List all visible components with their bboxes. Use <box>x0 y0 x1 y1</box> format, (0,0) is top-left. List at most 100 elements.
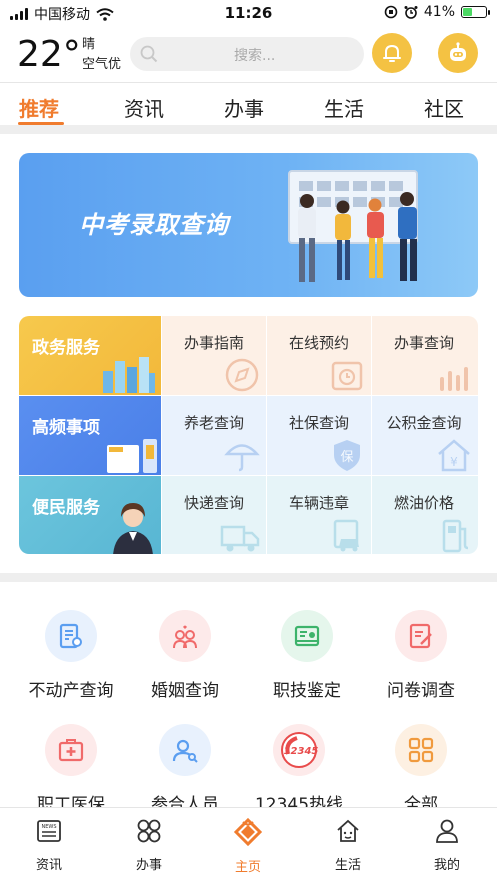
tab-recommend[interactable]: 推荐 <box>19 93 59 122</box>
service-row-convenience: 便民服务 快递查询 车辆违章 燃油价格 <box>19 476 478 554</box>
service-pension-query[interactable]: 养老查询 <box>162 396 266 475</box>
compass-icon <box>225 358 259 392</box>
quick-label: 婚姻查询 <box>151 681 219 701</box>
air-quality: 空气优 <box>82 57 122 72</box>
nav-label: 主页 <box>234 860 261 875</box>
quick-all[interactable]: 全部 <box>362 724 480 815</box>
service-grid: 政务服务 办事指南 在线预约 办事查询 高频事项 养老查询 社保查询 保 公积金… <box>19 316 478 554</box>
quick-hotline-12345[interactable]: 12345 12345热线 <box>240 724 358 815</box>
service-online-booking[interactable]: 在线预约 <box>267 316 371 395</box>
tab-community[interactable]: 社区 <box>424 93 464 122</box>
battery-percent: 41% <box>423 4 455 20</box>
header-divider <box>0 82 497 83</box>
app-home: 中国移动 11:26 41% 22° 晴 空气优 搜索... 推荐 资讯 办事 … <box>0 0 497 883</box>
person-search-icon <box>159 724 211 776</box>
tab-news[interactable]: 资讯 <box>124 93 164 122</box>
survey-icon <box>395 610 447 662</box>
service-label: 快递查询 <box>183 494 244 512</box>
weather-condition: 晴 <box>82 37 96 52</box>
city-buildings-icon <box>103 357 155 393</box>
service-label: 车辆违章 <box>288 494 349 512</box>
svg-text:12345: 12345 <box>284 746 319 757</box>
service-housing-fund-query[interactable]: 公积金查询 ¥ <box>372 396 478 475</box>
banner-illustration <box>288 170 418 282</box>
nav-news[interactable]: NEWS 资讯 <box>9 818 89 873</box>
nav-services[interactable]: 办事 <box>109 818 189 873</box>
quick-skill-appraisal[interactable]: 职技鉴定 <box>248 610 366 701</box>
search-input[interactable]: 搜索... <box>130 37 364 71</box>
nav-home[interactable]: 主页 <box>208 817 288 875</box>
service-guide[interactable]: 办事指南 <box>162 316 266 395</box>
search-placeholder: 搜索... <box>234 48 276 64</box>
service-traffic-violation[interactable]: 车辆违章 <box>267 476 371 554</box>
grid-icon <box>395 724 447 776</box>
quick-employee-medical[interactable]: 职工医保 <box>12 724 130 815</box>
service-label: 燃油价格 <box>393 494 454 512</box>
status-bar: 中国移动 11:26 41% <box>0 0 497 26</box>
apps-icon <box>137 819 161 843</box>
documents-icon <box>107 439 157 473</box>
umbrella-icon <box>224 444 260 472</box>
nav-label: 资讯 <box>35 858 62 873</box>
truck-icon <box>220 525 260 552</box>
quick-label: 问卷调查 <box>387 681 455 701</box>
assistant-avatar-icon <box>113 503 153 554</box>
robot-icon <box>450 42 466 61</box>
svg-text:保: 保 <box>340 450 353 465</box>
house-icon <box>337 819 359 842</box>
bell-icon <box>383 45 401 62</box>
certificate-icon <box>281 610 333 662</box>
category-tabs: 推荐 资讯 办事 生活 社区 <box>0 90 497 125</box>
nav-life[interactable]: 生活 <box>308 818 388 873</box>
section-separator <box>0 125 497 134</box>
assistant-button[interactable] <box>438 33 478 73</box>
promo-banner[interactable]: 中考录取查询 <box>19 153 478 297</box>
quick-survey[interactable]: 问卷调查 <box>362 610 480 701</box>
category-label: 政务服务 <box>32 338 100 358</box>
notification-button[interactable] <box>372 33 412 73</box>
category-frequent-items[interactable]: 高频事项 <box>19 396 161 475</box>
nav-profile[interactable]: 我的 <box>407 818 487 873</box>
category-convenience-services[interactable]: 便民服务 <box>19 476 161 554</box>
category-government-services[interactable]: 政务服务 <box>19 316 161 395</box>
news-icon: NEWS <box>37 820 61 842</box>
service-row-government: 政务服务 办事指南 在线预约 办事查询 <box>19 316 478 395</box>
hotline-icon: 12345 <box>273 724 325 776</box>
service-label: 在线预约 <box>288 334 349 352</box>
nav-label: 我的 <box>433 858 460 873</box>
search-icon <box>140 45 158 63</box>
quick-property-query[interactable]: 不动产查询 <box>12 610 130 701</box>
weather-info: 晴 空气优 <box>82 35 121 75</box>
service-social-security-query[interactable]: 社保查询 保 <box>267 396 371 475</box>
alarm-icon <box>404 6 418 19</box>
nav-label: 生活 <box>334 858 361 873</box>
quick-insured-persons[interactable]: 参合人员 <box>126 724 244 815</box>
tab-life[interactable]: 生活 <box>324 93 364 122</box>
service-label: 养老查询 <box>183 414 244 432</box>
tab-services[interactable]: 办事 <box>224 93 264 122</box>
service-label: 公积金查询 <box>386 414 462 432</box>
category-label: 便民服务 <box>32 498 100 518</box>
temperature: 22° <box>17 34 81 75</box>
banner-title: 中考录取查询 <box>79 211 229 239</box>
service-fuel-price[interactable]: 燃油价格 <box>372 476 478 554</box>
marriage-icon <box>159 610 211 662</box>
bottom-navigation: NEWS 资讯 办事 主页 生活 我的 <box>0 807 497 883</box>
calendar-clock-icon <box>331 361 363 391</box>
rotation-lock-icon <box>384 5 398 19</box>
svg-text:¥: ¥ <box>450 455 458 469</box>
service-progress-query[interactable]: 办事查询 <box>372 316 478 395</box>
quick-label: 不动产查询 <box>28 681 114 701</box>
car-clipboard-icon <box>333 519 359 552</box>
section-separator <box>0 573 497 582</box>
service-express-query[interactable]: 快递查询 <box>162 476 266 554</box>
user-icon <box>436 819 458 843</box>
quick-marriage-query[interactable]: 婚姻查询 <box>126 610 244 701</box>
service-label: 社保查询 <box>288 414 349 432</box>
battery-icon <box>461 6 490 18</box>
quick-label: 职技鉴定 <box>273 681 341 701</box>
service-row-frequent: 高频事项 养老查询 社保查询 保 公积金查询 ¥ <box>19 396 478 475</box>
property-icon <box>45 610 97 662</box>
shield-icon: 保 <box>334 440 360 471</box>
service-label: 办事查询 <box>393 334 454 352</box>
